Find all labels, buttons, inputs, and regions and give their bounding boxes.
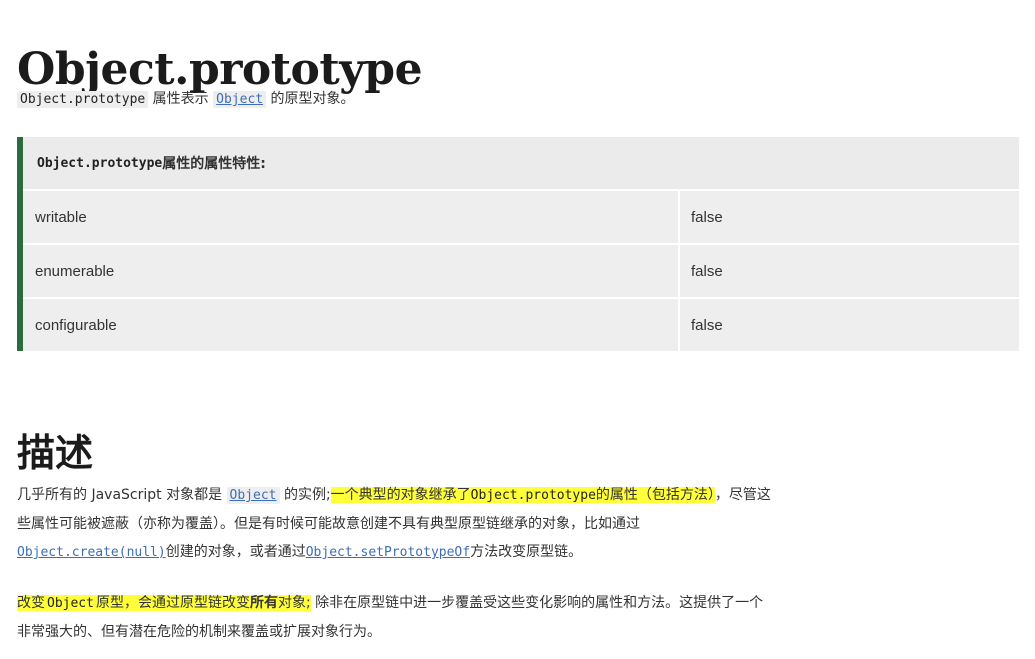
intro-text-2: 的原型对象。 [266, 91, 355, 107]
attribute-name: enumerable [35, 262, 115, 280]
para1-text-4: 创建的对象，或者通过 [165, 544, 306, 560]
para1-highlight-2: 的属性（包括方法） [595, 487, 715, 503]
table-row: enumerable false [23, 245, 1019, 299]
column-divider [678, 299, 680, 351]
object-link[interactable]: Object [226, 487, 280, 504]
property-attributes-table: Object.prototype 属性的属性特性: writable false… [17, 137, 1019, 351]
header-text: 属性的属性特性: [162, 156, 266, 172]
para1-text-5: 方法改变原型链。 [470, 544, 583, 560]
para2-highlight-3: 对象; [277, 595, 311, 611]
section-title-description: 描述 [17, 429, 94, 475]
attribute-name: writable [35, 208, 87, 226]
bold-text: 所有 [249, 595, 278, 611]
attribute-name: configurable [35, 316, 117, 334]
attribute-value: false [691, 316, 723, 334]
column-divider [678, 191, 680, 243]
para1-highlight-1: 一个典型的对象继承了 [330, 487, 471, 503]
table-row: configurable false [23, 299, 1019, 351]
highlighted-text: 一个典型的对象继承了Object.prototype的属性（包括方法） [330, 487, 715, 503]
table-header: Object.prototype 属性的属性特性: [23, 137, 1019, 191]
object-link[interactable]: Object [213, 91, 267, 108]
inline-code: Object [47, 596, 94, 611]
description-paragraph-2: 改变 Object 原型，会通过原型链改变所有对象; 除非在原型链中进一步覆盖受这些… [17, 589, 777, 646]
inline-code: Object.prototype [470, 488, 596, 503]
intro-text: Object.prototype 属性表示 Object 的原型对象。 [17, 88, 355, 111]
column-divider [678, 245, 680, 297]
para1-text-2: 的实例; [279, 487, 331, 503]
inline-code: Object.prototype [17, 91, 149, 108]
object-create-link[interactable]: Object.create(null) [17, 545, 166, 560]
set-prototype-of-link[interactable]: Object.setPrototypeOf [306, 545, 470, 560]
table-row: writable false [23, 191, 1019, 245]
para2-highlight-1: 改变 [17, 595, 45, 611]
attribute-value: false [691, 208, 723, 226]
description-paragraph-1: 几乎所有的 JavaScript 对象都是 Object 的实例;一个典型的对象… [17, 481, 777, 567]
attribute-value: false [691, 262, 723, 280]
para2-highlight-2: 原型，会通过原型链改变 [95, 595, 250, 611]
highlighted-text: 改变 Object 原型，会通过原型链改变所有对象; [17, 595, 311, 611]
intro-text-1: 属性表示 [148, 91, 214, 107]
para1-text-1: 几乎所有的 JavaScript 对象都是 [17, 487, 227, 503]
header-code: Object.prototype [37, 155, 163, 171]
